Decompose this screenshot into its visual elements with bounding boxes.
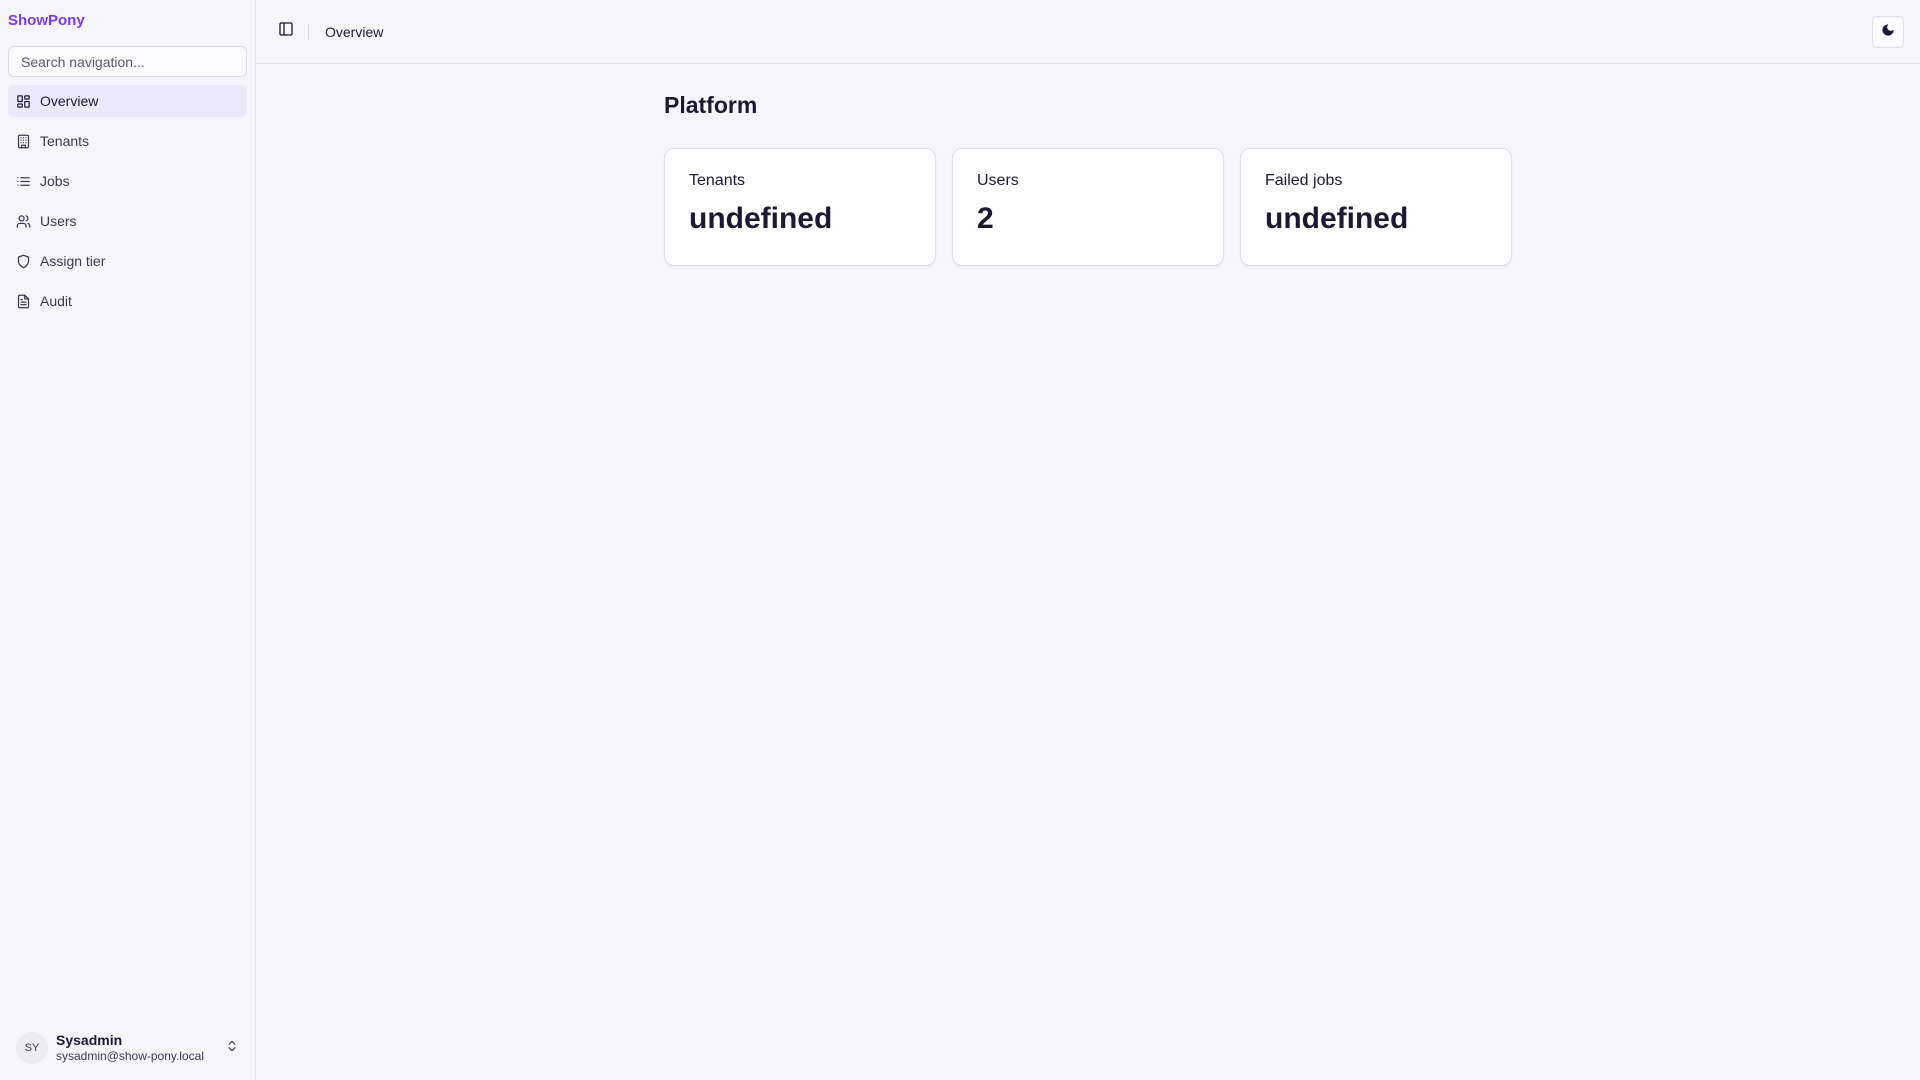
stat-label: Users	[977, 172, 1019, 189]
stats-cards: Tenants undefined Users 2 Failed jobs un…	[664, 148, 1920, 266]
main-area: Overview Platform Tenants undefined User…	[256, 0, 1920, 1080]
sidebar-item-overview[interactable]: Overview	[8, 85, 247, 117]
header-divider	[308, 23, 309, 40]
search-input[interactable]	[8, 46, 247, 77]
layout-grid-icon	[16, 94, 31, 109]
sidebar-item-label: Audit	[40, 293, 72, 309]
building-icon	[16, 134, 31, 149]
stat-value: undefined	[1265, 202, 1409, 235]
stat-label: Tenants	[689, 172, 746, 189]
sidebar-item-label: Assign tier	[40, 253, 106, 269]
app-root: ShowPony Overview Tenants Jobs	[0, 0, 1920, 1080]
user-info: Sysadmin sysadmin@show-pony.local	[56, 1032, 225, 1063]
user-menu-button[interactable]: SY Sysadmin sysadmin@show-pony.local	[8, 1024, 247, 1072]
sidebar-item-assign-tier[interactable]: Assign tier	[8, 245, 247, 277]
stat-card-failed-jobs: Failed jobs undefined	[1240, 148, 1512, 266]
stat-value: undefined	[689, 202, 833, 235]
user-name: Sysadmin	[56, 1032, 123, 1049]
brand-logo[interactable]: ShowPony	[0, 0, 255, 38]
sidebar-item-audit[interactable]: Audit	[8, 285, 247, 317]
theme-toggle-button[interactable]	[1872, 16, 1904, 48]
sidebar-item-label: Tenants	[40, 133, 90, 149]
shield-icon	[16, 254, 31, 269]
moon-icon	[1881, 23, 1895, 42]
sidebar-item-users[interactable]: Users	[8, 205, 247, 237]
chevrons-up-down-icon	[225, 1039, 239, 1058]
stat-label: Failed jobs	[1265, 172, 1343, 189]
sidebar-item-label: Jobs	[40, 173, 70, 189]
sidebar-item-tenants[interactable]: Tenants	[8, 125, 247, 157]
breadcrumb: Overview	[325, 23, 384, 40]
list-icon	[16, 174, 31, 189]
panel-left-icon	[278, 21, 294, 42]
user-email: sysadmin@show-pony.local	[56, 1049, 205, 1064]
sidebar-item-jobs[interactable]: Jobs	[8, 165, 247, 197]
sidebar: ShowPony Overview Tenants Jobs	[0, 0, 256, 1080]
users-icon	[16, 214, 31, 229]
sidebar-toggle-button[interactable]	[272, 18, 300, 46]
avatar: SY	[16, 1032, 48, 1064]
page-title: Platform	[664, 92, 758, 118]
sidebar-item-label: Overview	[40, 93, 99, 109]
sidebar-nav: Overview Tenants Jobs Users Assign tier …	[0, 85, 255, 325]
page-content: Platform Tenants undefined Users 2 Faile…	[256, 64, 1920, 266]
sidebar-item-label: Users	[40, 213, 77, 229]
file-text-icon	[16, 294, 31, 309]
stat-card-tenants: Tenants undefined	[664, 148, 936, 266]
top-bar: Overview	[256, 0, 1920, 64]
stat-card-users: Users 2	[952, 148, 1224, 266]
stat-value: 2	[977, 202, 994, 235]
